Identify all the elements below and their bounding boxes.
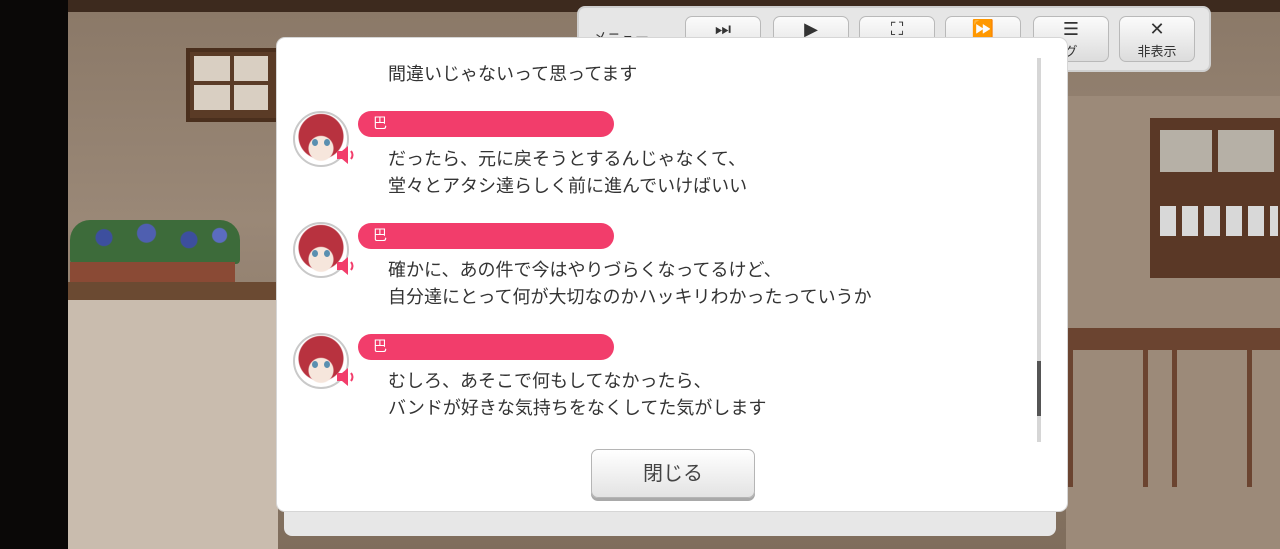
- flower-planter: [70, 220, 240, 264]
- backlog-list[interactable]: 間違いじゃないって思ってます 巴 だったら、元に戻そうとするんじゃなくて、 堂々…: [277, 38, 1037, 443]
- cabinet: [1150, 118, 1280, 278]
- log-line: 自分達にとって何が大切なのかハッキリわかったっていうか: [388, 287, 872, 308]
- speaker-name-bar: 巴: [358, 111, 614, 137]
- log-line: 間違いじゃないって思ってます: [388, 64, 638, 85]
- chair: [1172, 342, 1252, 487]
- wall-shelf: [68, 282, 278, 300]
- voice-replay-icon[interactable]: [335, 365, 357, 389]
- close-button[interactable]: 閉じる: [591, 449, 755, 498]
- backlog-dialog: 間違いじゃないって思ってます 巴 だったら、元に戻そうとするんじゃなくて、 堂々…: [277, 38, 1067, 511]
- voice-replay-icon[interactable]: [335, 143, 357, 167]
- log-line: バンドが好きな気持ちをなくしてた気がします: [388, 398, 767, 419]
- log-line: むしろ、あそこで何もしてなかったら、: [388, 371, 712, 392]
- letterbox-left: [0, 0, 68, 549]
- wall-panel: [68, 300, 278, 549]
- log-line: だったら、元に戻そうとするんじゃなくて、: [388, 149, 747, 170]
- hide-button[interactable]: ✕ 非表示: [1119, 16, 1195, 62]
- chair: [1068, 342, 1148, 487]
- scrollbar-thumb[interactable]: [1037, 361, 1041, 416]
- speaker-name-bar: 巴: [358, 334, 614, 360]
- speaker-name: 巴: [373, 339, 387, 355]
- planter-box: [70, 262, 235, 284]
- log-line: 確かに、あの件で今はやりづらくなってるけど、: [388, 260, 782, 281]
- hide-button-label: 非表示: [1137, 45, 1177, 60]
- speaker-name-bar: 巴: [358, 223, 614, 249]
- speaker-name: 巴: [373, 228, 387, 244]
- speaker-name: 巴: [373, 116, 387, 132]
- jar-shelf: [1160, 206, 1278, 236]
- cafe-window: [186, 48, 280, 122]
- log-line: 堂々とアタシ達らしく前に進んでいけばいい: [388, 176, 748, 197]
- close-x-icon: ✕: [1149, 19, 1165, 40]
- voice-replay-icon[interactable]: [335, 254, 357, 278]
